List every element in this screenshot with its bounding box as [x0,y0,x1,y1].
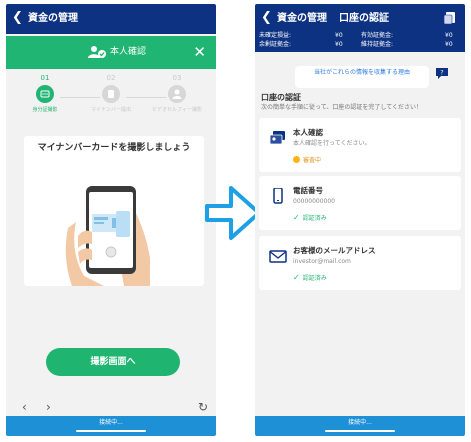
chevron-left-icon[interactable]: ❮ [12,10,23,26]
chevron-left-icon[interactable]: ❮ [261,10,272,26]
go-to-camera-button[interactable]: 撮影画面へ [46,348,180,376]
card-title: 本人確認 [293,128,323,137]
balance-value: ¥0 [445,32,453,39]
svg-text:?: ? [440,70,443,77]
verification-card-email[interactable]: お客様のメールアドレス investor@mail.com ✓ 認証済み [259,236,461,290]
right-phone-screen: ❮ 資金の管理 口座の認証 未確定損益: ¥0 余剰証拠金: ¥0 有効証拠金:… [255,4,465,436]
balance-label: 未確定損益: [259,32,292,39]
data-collection-reason-link[interactable]: 当社がこれらの情報を収集する理由 [295,66,429,88]
person-icon [168,85,186,103]
step-number: 03 [172,74,182,82]
pending-icon [293,156,300,163]
section-description: 次の簡単な手順に従って、口座の認証を完了してください！ [261,104,423,111]
status-text: 認証済み [302,215,327,222]
step-2: 02 マイナンバー提出 [86,74,136,114]
hand-holding-phone-illustration [65,186,150,286]
smartphone-icon [273,188,283,204]
close-icon[interactable]: ✕ [193,43,206,61]
kyc-header-title: 本人確認 [110,47,147,57]
kyc-header-bar: 本人確認 ✕ [6,36,216,69]
chevron-right-icon[interactable]: › [46,400,51,414]
nav-title: 資金の管理 [28,13,78,24]
card-title: お客様のメールアドレス [293,246,376,255]
balance-label: 維持証拠金: [361,41,394,48]
top-navigation-bar: ❮ 資金の管理 口座の認証 未確定損益: ¥0 余剰証拠金: ¥0 有効証拠金:… [255,4,465,52]
balance-label: 余剰証拠金: [259,41,292,48]
chat-question-icon[interactable]: ? [435,66,449,80]
chevron-left-icon[interactable]: ‹ [22,400,27,414]
connection-status-bar: 接続中... [6,416,216,436]
connection-status-bar: 接続中... [255,416,465,436]
check-icon: ✓ [293,213,300,222]
status-text: 審査中 [303,157,322,164]
balance-label: 有効証拠金: [361,32,394,39]
check-icon: ✓ [293,273,300,282]
verification-card-identity[interactable]: 本人確認 本人確認を行ってください。 審査中 [259,118,461,172]
balance-value: ¥0 [335,32,343,39]
page-title: 口座の認証 [339,13,389,24]
connection-status-text: 接続中... [348,419,372,426]
envelope-icon [269,250,287,263]
reload-icon[interactable]: ↻ [198,400,208,414]
id-cards-icon [269,131,285,145]
status-badge: ✓ 認証済み [293,214,327,223]
id-card-icon [36,85,54,103]
status-text: 認証済み [302,275,327,282]
card-title: 電話番号 [293,186,323,195]
step-label: ビデオセルフィー撮影 [152,107,202,113]
home-indicator [325,430,395,432]
step-number: 02 [106,74,116,82]
step-3: 03 ビデオセルフィー撮影 [152,74,202,114]
person-check-icon [88,46,106,58]
step-label: マイナンバー提出 [91,107,131,113]
home-indicator [76,430,146,432]
arrow-right-icon [205,186,261,240]
balance-value: ¥0 [445,41,453,48]
step-number: 01 [40,74,50,82]
status-badge: 審査中 [293,156,321,165]
instruction-card: マイナンバーカードを撮影しましょう [24,136,204,286]
card-subtitle: 本人確認を行ってください。 [293,140,371,147]
browser-nav-bar: ‹ › ↻ [6,400,216,416]
nav-title: 資金の管理 [277,13,327,24]
document-icon [102,85,120,103]
connection-status-text: 接続中... [99,419,123,426]
verification-card-phone[interactable]: 電話番号 00000000000 ✓ 認証済み [259,176,461,230]
status-badge: ✓ 認証済み [293,274,327,283]
step-1: 01 身分証撮影 [20,74,70,114]
section-title: 口座の認証 [261,93,301,102]
balance-value: ¥0 [335,41,343,48]
document-icon[interactable] [443,11,457,25]
card-title: マイナンバーカードを撮影しましょう [37,143,191,153]
card-subtitle: 00000000000 [293,198,335,205]
step-label: 身分証撮影 [32,107,58,113]
left-phone-screen: ❮ 資金の管理 本人確認 ✕ 01 身分証撮影 02 マイナンバー提出 03 ビ [6,4,216,436]
top-navigation-bar: ❮ 資金の管理 [6,4,216,34]
card-subtitle: investor@mail.com [293,258,351,265]
